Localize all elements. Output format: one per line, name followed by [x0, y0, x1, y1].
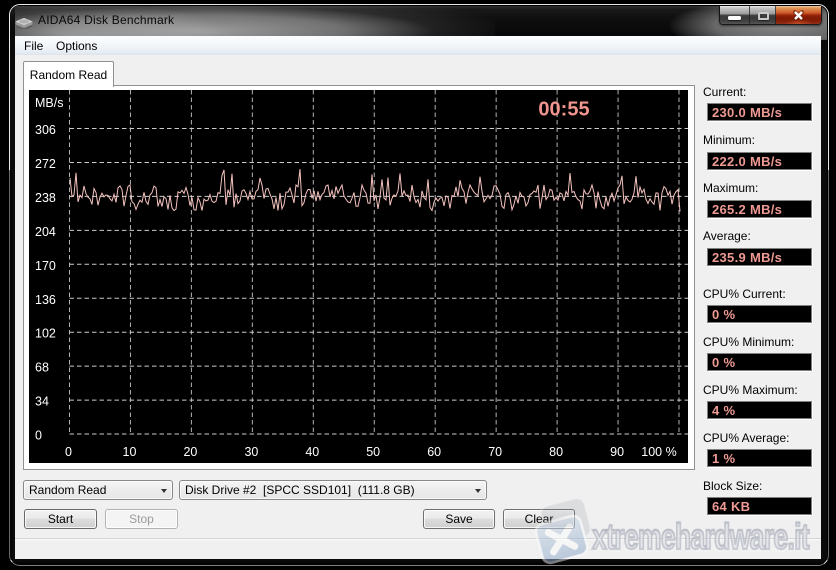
- svg-text:136: 136: [35, 293, 56, 307]
- svg-text:70: 70: [488, 445, 502, 459]
- svg-text:100 %: 100 %: [641, 445, 676, 459]
- svg-text:170: 170: [35, 259, 56, 273]
- svg-text:MB/s: MB/s: [35, 96, 63, 110]
- svg-text:204: 204: [35, 225, 56, 239]
- svg-text:50: 50: [366, 445, 380, 459]
- svg-text:272: 272: [35, 157, 56, 171]
- svg-text:68: 68: [35, 361, 49, 375]
- svg-text:30: 30: [244, 445, 258, 459]
- svg-text:0: 0: [35, 429, 42, 443]
- svg-text:306: 306: [35, 123, 56, 137]
- svg-text:102: 102: [35, 327, 56, 341]
- svg-text:10: 10: [123, 445, 137, 459]
- svg-text:40: 40: [305, 445, 319, 459]
- svg-text:80: 80: [549, 445, 563, 459]
- svg-text:0: 0: [65, 445, 72, 459]
- svg-text:34: 34: [35, 395, 49, 409]
- svg-text:90: 90: [610, 445, 624, 459]
- svg-text:60: 60: [427, 445, 441, 459]
- svg-text:238: 238: [35, 191, 56, 205]
- svg-text:00:55: 00:55: [538, 99, 589, 121]
- svg-text:20: 20: [183, 445, 197, 459]
